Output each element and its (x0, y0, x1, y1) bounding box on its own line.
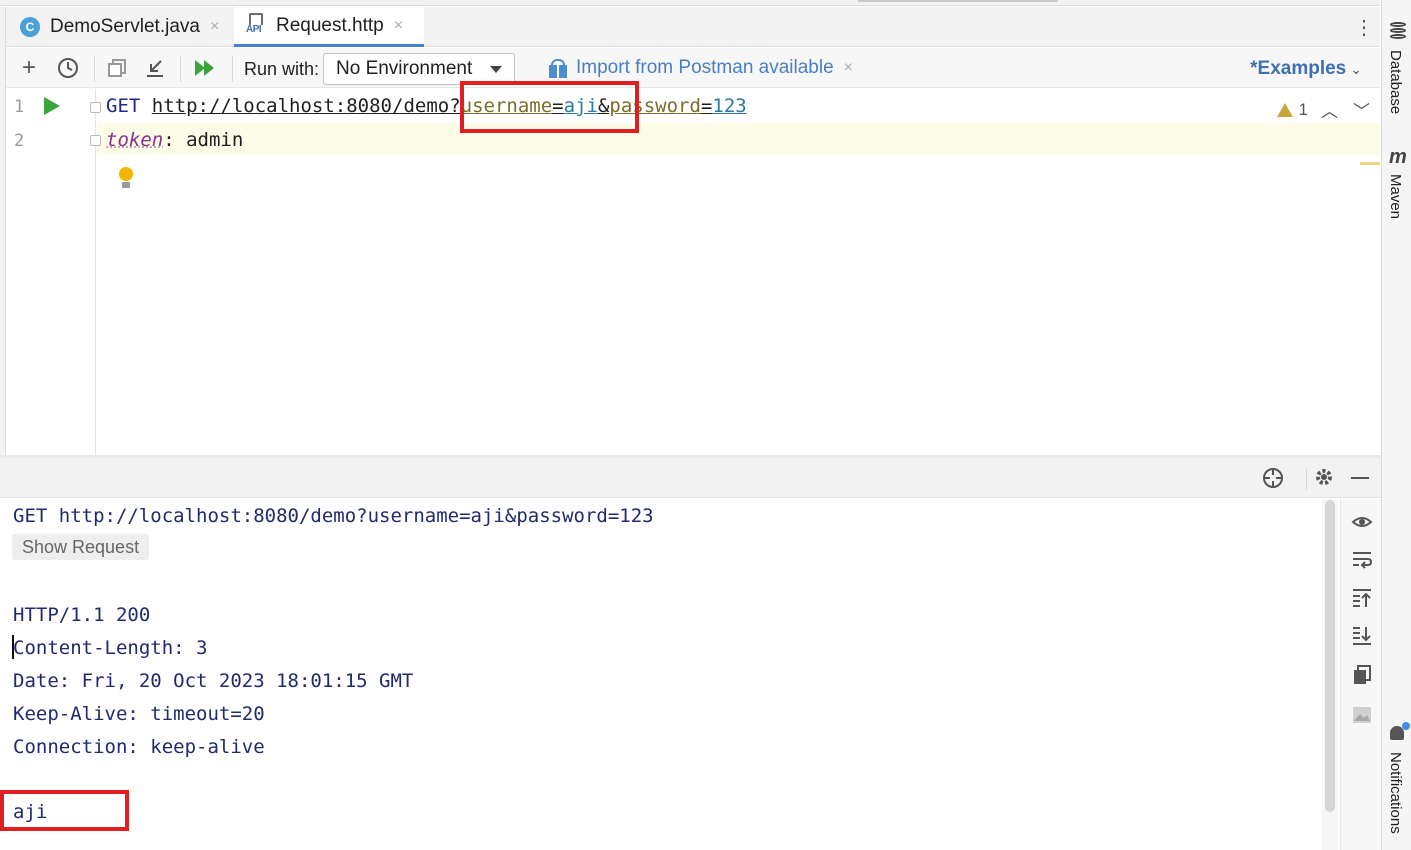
gift-icon (548, 58, 568, 78)
query-equals: = (700, 95, 713, 117)
show-request-button[interactable]: Show Request (12, 534, 150, 560)
warning-indicator[interactable]: 1 (1276, 100, 1308, 120)
maven-icon[interactable]: m (1389, 146, 1407, 169)
run-all-icon[interactable] (190, 54, 220, 82)
toolbar-separator (232, 56, 233, 82)
examples-dropdown[interactable]: *Examples ⌄ (1250, 58, 1362, 80)
response-header-line: Content-Length: 3 (13, 637, 208, 659)
crosshair-icon[interactable] (1261, 466, 1285, 495)
notifications-icon[interactable] (1390, 722, 1410, 740)
header-value: admin (186, 129, 244, 151)
java-class-icon: C (20, 17, 40, 37)
response-panel-header (0, 458, 1381, 498)
response-header-line: Connection: keep-alive (13, 736, 265, 758)
close-tab-icon[interactable]: × (394, 17, 403, 35)
dropdown-caret-icon (490, 66, 502, 73)
tab-demoservlet-java[interactable]: C DemoServlet.java × (16, 7, 234, 47)
editor-tab-bar: C DemoServlet.java × API Request.http × … (6, 7, 1380, 47)
query-value-password: 123 (712, 95, 747, 117)
tab-label: Request.http (276, 14, 384, 36)
notifications-tool-label[interactable]: Notifications (1387, 752, 1404, 834)
lightbulb-icon[interactable] (119, 167, 133, 188)
text-cursor (12, 635, 14, 659)
header-separator (1306, 468, 1307, 490)
warning-icon (1276, 103, 1293, 117)
http-method: GET (106, 95, 141, 117)
query-start: ? (449, 95, 461, 117)
toolbar-separator (180, 56, 181, 82)
response-output[interactable]: GET http://localhost:8080/demo?username=… (0, 499, 1322, 850)
http-toolbar: + Run with: No Environment Import from P… (6, 48, 1380, 88)
close-tab-icon[interactable]: × (210, 18, 219, 36)
toolbar-separator (94, 56, 95, 82)
next-highlight-icon[interactable]: ﹀ (1353, 97, 1370, 122)
previous-highlight-icon[interactable]: ︿ (1321, 97, 1338, 122)
line-number: 2 (14, 131, 25, 151)
response-header-line: Keep-Alive: timeout=20 (13, 703, 265, 725)
top-window-strip (0, 0, 1380, 6)
right-tool-window-strip: Database m Maven Notifications (1381, 0, 1411, 850)
response-header-line: Date: Fri, 20 Oct 2023 18:01:15 GMT (13, 670, 414, 692)
warning-count: 1 (1298, 100, 1308, 119)
header-line[interactable]: token: admin (106, 129, 243, 151)
highlight-box-query-param (460, 81, 639, 133)
line-number: 1 (14, 97, 25, 117)
response-tool-column (1340, 499, 1381, 850)
scroll-to-top-icon[interactable] (1351, 587, 1373, 609)
import-postman-link[interactable]: Import from Postman available × (548, 57, 853, 79)
header-name: token (106, 129, 164, 151)
api-file-icon: API (246, 12, 270, 39)
postman-link-text: Import from Postman available (576, 57, 834, 78)
scrollbar-marker (1360, 162, 1380, 165)
minimize-icon[interactable] (1351, 477, 1369, 479)
run-request-icon[interactable] (44, 97, 60, 115)
close-notice-icon[interactable]: × (844, 59, 853, 77)
fold-end-icon[interactable] (90, 135, 101, 146)
tab-request-http[interactable]: API Request.http × (234, 7, 424, 47)
more-options-icon[interactable]: ⋮ (1354, 15, 1374, 40)
import-icon[interactable] (142, 54, 168, 82)
current-line-highlight (97, 123, 1380, 155)
header-colon: : (163, 129, 187, 151)
database-tool-label[interactable]: Database (1387, 50, 1404, 114)
run-with-label: Run with: (244, 59, 320, 79)
image-icon[interactable] (1351, 704, 1373, 726)
top-strip-marker (858, 0, 1058, 2)
gear-icon[interactable] (1313, 466, 1335, 493)
copy-icon[interactable] (104, 54, 130, 82)
soft-wrap-icon[interactable] (1351, 549, 1373, 571)
http-editor[interactable]: 1 2 GET http://localhost:8080/demo?usern… (6, 89, 1380, 455)
eye-icon[interactable] (1351, 511, 1373, 533)
environment-value: No Environment (336, 58, 473, 79)
examples-label: *Examples (1250, 58, 1347, 79)
response-request-line: GET http://localhost:8080/demo?username=… (13, 505, 654, 527)
maven-tool-label[interactable]: Maven (1387, 174, 1404, 219)
status-line: HTTP/1.1 200 (13, 604, 151, 626)
scroll-to-end-icon[interactable] (1351, 625, 1373, 647)
add-request-icon[interactable]: + (16, 54, 42, 82)
copy-response-icon[interactable] (1351, 664, 1373, 686)
url-base: http://localhost:8080/demo (151, 95, 450, 117)
highlight-box-response-body (0, 790, 129, 831)
database-icon[interactable] (1390, 22, 1406, 42)
scrollbar-thumb[interactable] (1325, 500, 1335, 812)
tab-label: DemoServlet.java (50, 16, 200, 37)
chevron-down-icon: ⌄ (1350, 61, 1362, 77)
history-icon[interactable] (54, 54, 82, 82)
request-line[interactable]: GET http://localhost:8080/demo?username=… (106, 95, 747, 117)
fold-start-icon[interactable] (90, 102, 101, 113)
